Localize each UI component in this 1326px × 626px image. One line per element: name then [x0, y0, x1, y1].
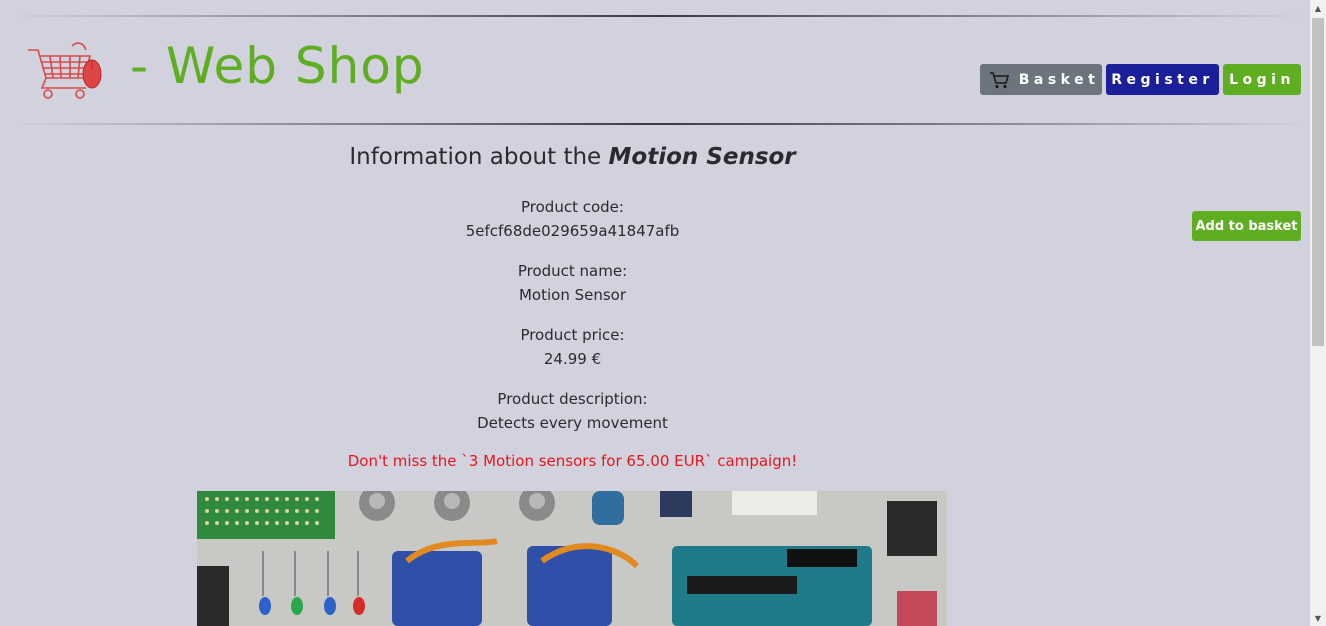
login-button-label: Login	[1229, 71, 1295, 88]
product-image	[197, 491, 947, 626]
product-info-heading: Information about the Motion Sensor	[200, 144, 945, 170]
product-code-label: Product code:	[521, 198, 624, 216]
product-description-value: Detects every movement	[477, 414, 668, 432]
scrollbar-thumb[interactable]	[1312, 18, 1324, 346]
header-bottom-divider	[8, 123, 1308, 125]
product-name-value: Motion Sensor	[518, 286, 627, 304]
register-button-label: Register	[1111, 71, 1214, 88]
add-to-basket-button[interactable]: Add to basket	[1192, 211, 1301, 241]
basket-button-label: Basket	[1018, 71, 1100, 88]
product-price-field: Product price: 24.99 €	[200, 323, 945, 371]
product-description-field: Product description: Detects every movem…	[200, 387, 945, 435]
header-top-divider	[8, 15, 1308, 17]
register-button[interactable]: Register	[1106, 64, 1219, 95]
product-code-value: 5efcf68de029659a41847afb	[465, 222, 680, 240]
product-code-field: Product code: 5efcf68de029659a41847afb	[200, 195, 945, 243]
chevron-down-icon[interactable]: ▼	[1310, 610, 1326, 626]
basket-button[interactable]: Basket	[980, 64, 1102, 95]
product-description-label: Product description:	[497, 390, 648, 408]
chevron-up-icon[interactable]: ▲	[1310, 0, 1326, 16]
shop-logo-icon	[28, 42, 102, 99]
product-name-label: Product name:	[517, 262, 628, 280]
cart-icon	[989, 71, 1009, 88]
login-button[interactable]: Login	[1223, 64, 1301, 95]
site-title[interactable]: - Web Shop	[130, 34, 425, 98]
campaign-notice: Don't miss the `3 Motion sensors for 65.…	[347, 452, 798, 470]
heading-prefix: Information about the	[349, 144, 602, 170]
product-price-value: 24.99 €	[543, 350, 602, 368]
product-name-field: Product name: Motion Sensor	[200, 259, 945, 307]
page-scrollbar[interactable]: ▲ ▼	[1310, 0, 1326, 626]
product-price-label: Product price:	[520, 326, 625, 344]
heading-product-name: Motion Sensor	[608, 144, 796, 170]
